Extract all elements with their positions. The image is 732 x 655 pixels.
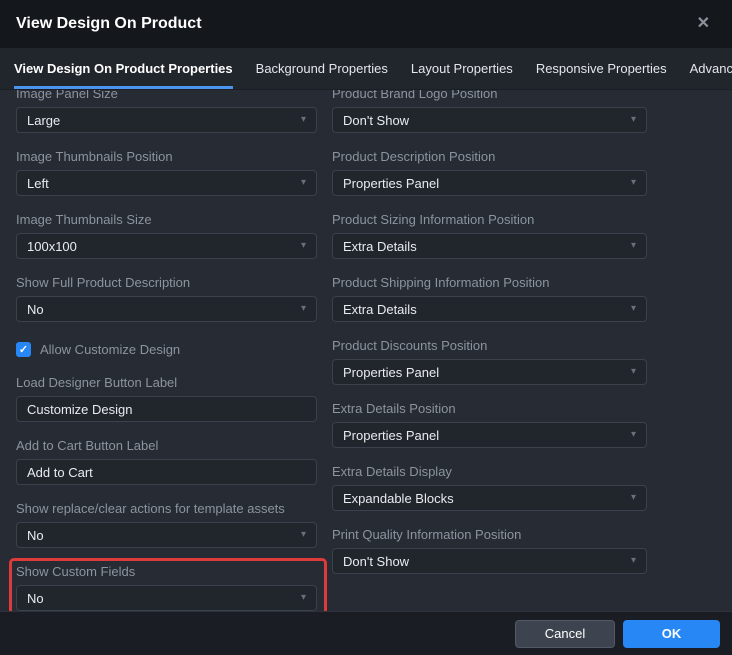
show-replace-clear-actions-select[interactable]: No ▾ bbox=[16, 522, 317, 548]
field-label: Product Description Position bbox=[332, 149, 496, 164]
show-full-product-description-select[interactable]: No ▾ bbox=[16, 296, 317, 322]
field-show-replace-clear-actions: Show replace/clear actions for template … bbox=[16, 501, 317, 548]
chevron-down-icon: ▾ bbox=[300, 529, 306, 540]
show-custom-fields-select[interactable]: No ▾ bbox=[16, 585, 317, 611]
check-icon: ✓ bbox=[18, 344, 29, 356]
tab-view-design-on-product-properties[interactable]: View Design On Product Properties bbox=[14, 48, 233, 89]
select-value: No bbox=[27, 590, 44, 606]
form-columns: Image Panel Size Large ▾ Image Thumbnail… bbox=[9, 90, 716, 611]
field-label: Product Brand Logo Position bbox=[332, 90, 498, 101]
form-column-right: Product Brand Logo Position Don't Show ▾… bbox=[332, 90, 647, 611]
ok-button[interactable]: OK bbox=[623, 619, 720, 648]
cancel-button[interactable]: Cancel bbox=[515, 619, 615, 648]
select-value: Properties Panel bbox=[343, 175, 440, 191]
chevron-down-icon: ▾ bbox=[300, 592, 306, 603]
field-label: Show replace/clear actions for template … bbox=[16, 501, 285, 516]
field-label: Image Panel Size bbox=[16, 90, 118, 101]
field-label: Show Full Product Description bbox=[16, 275, 191, 290]
field-show-custom-fields: Show Custom Fields No ▾ bbox=[9, 558, 327, 611]
properties-form: Image Panel Size Large ▾ Image Thumbnail… bbox=[0, 90, 732, 611]
add-to-cart-button-label-input[interactable] bbox=[16, 459, 317, 485]
field-label: Extra Details Display bbox=[332, 464, 452, 479]
chevron-down-icon: ▾ bbox=[300, 177, 306, 188]
select-value: Extra Details bbox=[343, 238, 417, 254]
select-value: Large bbox=[27, 112, 61, 128]
select-value: Don't Show bbox=[343, 112, 410, 128]
select-value: No bbox=[27, 527, 44, 543]
chevron-down-icon: ▾ bbox=[630, 555, 636, 566]
field-product-brand-logo-position: Product Brand Logo Position Don't Show ▾ bbox=[332, 90, 647, 133]
field-label: Product Shipping Information Position bbox=[332, 275, 550, 290]
field-load-designer-button-label: Load Designer Button Label bbox=[16, 375, 317, 422]
field-label: Add to Cart Button Label bbox=[16, 438, 159, 453]
field-label: Product Discounts Position bbox=[332, 338, 488, 353]
select-value: Don't Show bbox=[343, 553, 410, 569]
chevron-down-icon: ▾ bbox=[630, 114, 636, 125]
field-product-shipping-information-position: Product Shipping Information Position Ex… bbox=[332, 275, 647, 322]
chevron-down-icon: ▾ bbox=[300, 240, 306, 251]
tab-layout-properties[interactable]: Layout Properties bbox=[411, 48, 513, 89]
select-value: Properties Panel bbox=[343, 427, 440, 443]
select-value: Expandable Blocks bbox=[343, 490, 454, 506]
field-extra-details-position: Extra Details Position Properties Panel … bbox=[332, 401, 647, 448]
field-label: Image Thumbnails Position bbox=[16, 149, 173, 164]
chevron-down-icon: ▾ bbox=[300, 303, 306, 314]
image-thumbnails-size-select[interactable]: 100x100 ▾ bbox=[16, 233, 317, 259]
image-panel-size-select[interactable]: Large ▾ bbox=[16, 107, 317, 133]
select-value: Extra Details bbox=[343, 301, 417, 317]
field-image-thumbnails-size: Image Thumbnails Size 100x100 ▾ bbox=[16, 212, 317, 259]
field-product-discounts-position: Product Discounts Position Properties Pa… bbox=[332, 338, 647, 385]
view-design-on-product-modal: View Design On Product ✕ View Design On … bbox=[0, 0, 732, 655]
field-label: Extra Details Position bbox=[332, 401, 456, 416]
field-product-sizing-information-position: Product Sizing Information Position Extr… bbox=[332, 212, 647, 259]
field-label: Image Thumbnails Size bbox=[16, 212, 152, 227]
product-discounts-position-select[interactable]: Properties Panel ▾ bbox=[332, 359, 647, 385]
modal-header: View Design On Product ✕ bbox=[0, 0, 732, 48]
field-label: Print Quality Information Position bbox=[332, 527, 522, 542]
chevron-down-icon: ▾ bbox=[630, 303, 636, 314]
select-value: Left bbox=[27, 175, 49, 191]
field-label: Show Custom Fields bbox=[16, 564, 136, 579]
print-quality-information-position-select[interactable]: Don't Show ▾ bbox=[332, 548, 647, 574]
field-image-thumbnails-position: Image Thumbnails Position Left ▾ bbox=[16, 149, 317, 196]
chevron-down-icon: ▾ bbox=[630, 240, 636, 251]
chevron-down-icon: ▾ bbox=[630, 492, 636, 503]
form-column-left: Image Panel Size Large ▾ Image Thumbnail… bbox=[9, 90, 327, 611]
product-description-position-select[interactable]: Properties Panel ▾ bbox=[332, 170, 647, 196]
field-show-full-product-description: Show Full Product Description No ▾ bbox=[16, 275, 317, 322]
image-thumbnails-position-select[interactable]: Left ▾ bbox=[16, 170, 317, 196]
chevron-down-icon: ▾ bbox=[630, 177, 636, 188]
product-shipping-information-position-select[interactable]: Extra Details ▾ bbox=[332, 296, 647, 322]
chevron-down-icon: ▾ bbox=[630, 366, 636, 377]
field-extra-details-display: Extra Details Display Expandable Blocks … bbox=[332, 464, 647, 511]
tab-advanced[interactable]: Advanced bbox=[690, 48, 732, 89]
extra-details-position-select[interactable]: Properties Panel ▾ bbox=[332, 422, 647, 448]
select-value: Properties Panel bbox=[343, 364, 440, 380]
product-brand-logo-position-select[interactable]: Don't Show ▾ bbox=[332, 107, 647, 133]
checkbox-label[interactable]: Allow Customize Design bbox=[40, 342, 180, 357]
product-sizing-information-position-select[interactable]: Extra Details ▾ bbox=[332, 233, 647, 259]
field-print-quality-information-position: Print Quality Information Position Don't… bbox=[332, 527, 647, 574]
select-value: No bbox=[27, 301, 44, 317]
tab-responsive-properties[interactable]: Responsive Properties bbox=[536, 48, 667, 89]
chevron-down-icon: ▾ bbox=[630, 429, 636, 440]
select-value: 100x100 bbox=[27, 238, 77, 254]
field-product-description-position: Product Description Position Properties … bbox=[332, 149, 647, 196]
tab-background-properties[interactable]: Background Properties bbox=[256, 48, 388, 89]
modal-title: View Design On Product bbox=[16, 15, 202, 32]
properties-tab-bar: View Design On Product Properties Backgr… bbox=[0, 48, 732, 90]
chevron-down-icon: ▾ bbox=[300, 114, 306, 125]
field-label: Load Designer Button Label bbox=[16, 375, 178, 390]
modal-footer: Cancel OK bbox=[0, 611, 732, 655]
load-designer-button-label-input[interactable] bbox=[16, 396, 317, 422]
field-add-to-cart-button-label: Add to Cart Button Label bbox=[16, 438, 317, 485]
close-icon[interactable]: ✕ bbox=[691, 12, 716, 36]
allow-customize-design-checkbox[interactable]: ✓ bbox=[16, 342, 31, 357]
field-label: Product Sizing Information Position bbox=[332, 212, 535, 227]
field-allow-customize-design: ✓ Allow Customize Design bbox=[16, 342, 317, 357]
field-image-panel-size: Image Panel Size Large ▾ bbox=[16, 90, 317, 133]
extra-details-display-select[interactable]: Expandable Blocks ▾ bbox=[332, 485, 647, 511]
